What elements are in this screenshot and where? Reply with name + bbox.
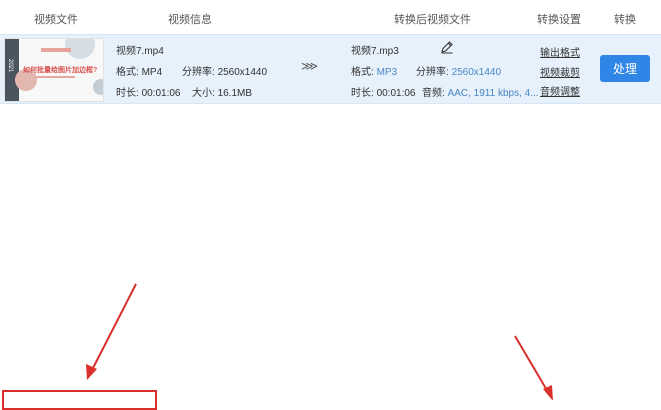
header-video-file: 视频文件	[34, 14, 78, 26]
triple-chevron-right-icon: ⋙	[301, 59, 318, 73]
thumbnail-title: 如何批量给图片加边框?	[23, 67, 98, 74]
thumbnail-year: 2021	[7, 59, 13, 73]
target-duration-label: 时长:	[351, 88, 374, 99]
source-size: 大小: 16.1MB	[192, 84, 252, 99]
process-button[interactable]: 处理	[600, 55, 650, 82]
source-format-label: 格式:	[116, 67, 139, 78]
video-thumbnail[interactable]: 2021 如何批量给图片加边框?	[4, 38, 104, 102]
source-size-label: 大小:	[192, 88, 215, 99]
annotation-arrow-left	[86, 283, 137, 380]
thumbnail-underline	[35, 76, 75, 78]
audio-adjust-link[interactable]: 音频调整	[540, 83, 580, 98]
header-convert-settings: 转换设置	[537, 14, 581, 26]
thumbnail-decor-circle	[93, 79, 103, 95]
pencil-icon[interactable]	[440, 40, 454, 54]
header-video-info: 视频信息	[168, 14, 212, 26]
thumbnail-logo	[41, 48, 71, 52]
output-format-link[interactable]: 输出格式	[540, 44, 580, 59]
source-format-value: MP4	[141, 67, 163, 78]
annotation-highlight-box	[2, 390, 157, 410]
target-filename[interactable]: 视频7.mp3	[351, 42, 399, 57]
header-converted-file: 转换后视频文件	[394, 14, 471, 26]
annotation-arrow-right	[514, 335, 553, 400]
source-resolution-label: 分辨率:	[182, 67, 215, 78]
target-format-label: 格式:	[351, 67, 374, 78]
source-filename: 视频7.mp4	[116, 46, 164, 57]
target-audio-value: AAC, 1911 kbps, 4...	[447, 88, 539, 99]
target-format-value: MP3	[376, 67, 398, 78]
file-row[interactable]: 2021 如何批量给图片加边框? 视频7.mp4 格式: MP4 分辨率: 25…	[0, 34, 661, 104]
target-format: 格式: MP3	[351, 63, 397, 78]
target-resolution-value: 2560x1440	[451, 67, 502, 78]
source-duration: 时长: 00:01:06	[116, 84, 181, 99]
video-trim-link[interactable]: 视频裁剪	[540, 64, 580, 79]
target-audio: 音频: AAC, 1911 kbps, 4...	[422, 84, 539, 99]
target-duration: 时长: 00:01:06	[351, 84, 416, 99]
target-duration-value: 00:01:06	[376, 88, 416, 99]
file-list-header: 视频文件 视频信息 转换后视频文件 转换设置 转换	[0, 0, 661, 34]
target-audio-label: 音频:	[422, 88, 445, 99]
source-format: 格式: MP4	[116, 63, 162, 78]
target-resolution-label: 分辨率:	[416, 67, 449, 78]
source-resolution-value: 2560x1440	[217, 67, 268, 78]
source-duration-label: 时长:	[116, 88, 139, 99]
source-duration-value: 00:01:06	[141, 88, 181, 99]
header-convert: 转换	[614, 14, 636, 26]
target-resolution: 分辨率: 2560x1440	[416, 63, 501, 78]
source-size-value: 16.1MB	[217, 88, 253, 99]
source-resolution: 分辨率: 2560x1440	[182, 63, 267, 78]
